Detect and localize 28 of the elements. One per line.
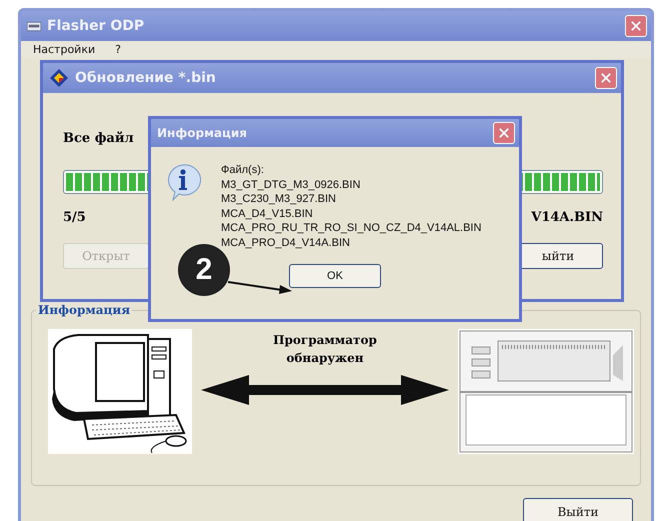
menu-item[interactable]: ? [115,43,121,56]
window-title: Обновление *.bin [75,70,217,86]
diamond-icon [49,68,69,88]
app-icon [27,22,41,30]
file-name: MCA_PRO_RU_TR_RO_SI_NO_CZ_D4_V14AL.BIN [221,221,482,236]
close-button[interactable] [595,67,617,89]
label-text: Файл(s): [221,163,265,178]
close-icon [498,127,510,139]
close-icon [600,72,612,84]
file-name: M3_GT_DTG_M3_0926.BIN [221,178,362,192]
ok-button[interactable]: OK [289,264,381,288]
count-text: 5/5 [63,210,86,225]
window-title: Flasher ODP [47,18,146,34]
file-name: V14A.BIN [531,210,603,225]
menu-item[interactable]: Настройки [33,43,96,56]
close-button[interactable] [625,15,647,37]
file-name: MCA_D4_V15.BIN [221,206,314,221]
window-title: Информация [157,126,248,140]
group-title: Информация [36,303,132,317]
close-icon [630,20,642,32]
file-name: M3_C230_M3_927.BIN [221,192,337,206]
close-button[interactable] [493,122,515,144]
leader-arrow [228,280,292,294]
double-arrow-icon [201,375,449,405]
heading-text: Все файл [63,131,134,146]
status-text: Программатор обнаружен [272,332,378,367]
exit-button[interactable]: Выйти [523,498,633,521]
info-icon [165,163,201,201]
